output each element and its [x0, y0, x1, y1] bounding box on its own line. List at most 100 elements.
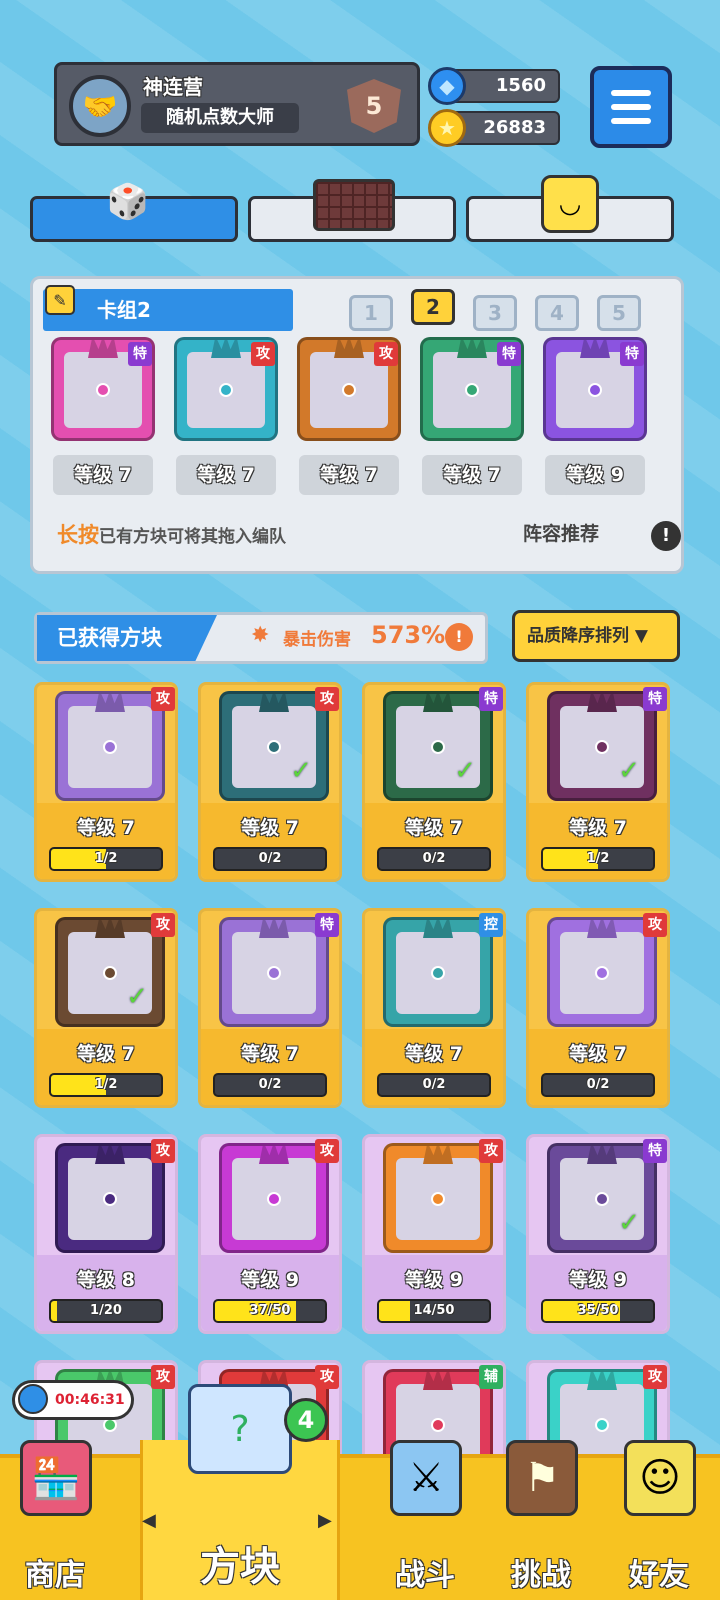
dice-card[interactable]: 控等级 7 0/2	[362, 908, 506, 1108]
deck-number-3[interactable]: 3	[473, 295, 517, 331]
dice-art	[219, 917, 329, 1027]
dice-card[interactable]: 特等级 7 0/2	[198, 908, 342, 1108]
deck-slot[interactable]: 攻	[297, 337, 401, 441]
dice-pip	[431, 1192, 445, 1206]
dice-face	[396, 1158, 480, 1240]
dice-pip	[431, 740, 445, 754]
nav-friends[interactable]: ☺ 好友	[604, 1440, 714, 1600]
dice-card[interactable]: 攻等级 7 1/2	[34, 682, 178, 882]
deck-slot-level: 等级 7	[422, 455, 522, 495]
progress-text: 0/2	[258, 1077, 282, 1092]
upgrade-progress-bar: 1/2	[541, 847, 655, 871]
nav-shop-label: 商店	[25, 1558, 85, 1593]
crit-label: 暴击伤害	[283, 630, 351, 650]
type-tag: 攻	[643, 913, 667, 937]
dice-face	[68, 1158, 152, 1240]
dice-art	[55, 691, 165, 801]
lineup-recommend-label[interactable]: 阵容推荐	[523, 519, 599, 546]
menu-button[interactable]	[590, 66, 672, 148]
dice-box-icon[interactable]: ?	[188, 1384, 292, 1474]
gold-counter[interactable]: ★ 26883	[428, 109, 560, 147]
nav-battle[interactable]: ⚔ 战斗	[370, 1440, 480, 1600]
dice-art	[547, 917, 657, 1027]
upgrade-progress-bar: 1/2	[49, 847, 163, 871]
dice-card[interactable]: ✓ 特等级 7 1/2	[526, 682, 670, 882]
dice-pip	[342, 383, 356, 397]
info-icon[interactable]: !	[651, 521, 681, 551]
profile-panel[interactable]: 🤝 神连营 随机点数大师 5	[54, 62, 420, 146]
dice-art: ✓	[383, 691, 493, 801]
progress-text: 1/20	[90, 1303, 122, 1318]
dice-card[interactable]: ✓ 特等级 7 0/2	[362, 682, 506, 882]
dice-art	[55, 1143, 165, 1253]
dice-card[interactable]: 攻等级 9 14/50	[362, 1134, 506, 1334]
shop-icon: 🏪	[20, 1440, 92, 1516]
crown-ornament-icon	[587, 1372, 617, 1390]
upgrade-progress-bar: 0/2	[213, 847, 327, 871]
dice-face	[232, 932, 316, 1014]
equipped-check-icon: ✓	[126, 982, 148, 1012]
nav-shop[interactable]: 🏪 商店	[0, 1440, 110, 1600]
challenge-icon: ⚑	[506, 1440, 578, 1516]
deck-number-4[interactable]: 4	[535, 295, 579, 331]
board-icon	[313, 179, 395, 231]
dice-pip	[595, 1192, 609, 1206]
dice-card[interactable]: ✓ 特等级 9 35/50	[526, 1134, 670, 1334]
crit-info-icon[interactable]: !	[445, 623, 473, 651]
nav-dice-label[interactable]: 方块	[140, 1534, 340, 1592]
crown-ornament-icon	[423, 694, 453, 712]
dice-card[interactable]: 攻等级 7 0/2	[526, 908, 670, 1108]
tab-board[interactable]	[248, 179, 456, 242]
dice-card[interactable]: ✓ 攻等级 7 0/2	[198, 682, 342, 882]
crown-ornament-icon	[95, 920, 125, 938]
crown-ornament-icon	[457, 340, 487, 358]
card-level: 等级 7	[569, 1043, 627, 1065]
progress-text: 1/2	[94, 1077, 118, 1092]
deck-slot[interactable]: 攻	[174, 337, 278, 441]
type-tag: 攻	[643, 1365, 667, 1389]
equipped-check-icon: ✓	[454, 756, 476, 786]
dice-art: ✓	[547, 1143, 657, 1253]
gem-counter[interactable]: ◆ 1560	[428, 67, 560, 105]
sort-dropdown[interactable]: 品质降序排列 ▼	[512, 610, 680, 662]
dice-card[interactable]: ✓ 攻等级 7 1/2	[34, 908, 178, 1108]
deck-slot[interactable]: 特	[51, 337, 155, 441]
tab-emoji[interactable]: ◡	[466, 175, 674, 242]
upgrade-progress-bar: 1/20	[49, 1299, 163, 1323]
tab-dice[interactable]: 🎲	[30, 182, 238, 242]
type-tag: 攻	[374, 342, 398, 366]
deck-number-2[interactable]: 2	[411, 289, 455, 325]
dice-face	[232, 1158, 316, 1240]
deck-number-1[interactable]: 1	[349, 295, 393, 331]
upgrade-progress-bar: 37/50	[213, 1299, 327, 1323]
dice-icon: 🎲	[106, 182, 150, 222]
card-level: 等级 9	[241, 1269, 299, 1291]
dice-card[interactable]: 攻等级 9 37/50	[198, 1134, 342, 1334]
nav-left-arrow[interactable]: ◀	[142, 1510, 156, 1531]
nav-challenge[interactable]: ⚑ 挑战	[486, 1440, 596, 1600]
dice-pip	[103, 1192, 117, 1206]
deck-number-5[interactable]: 5	[597, 295, 641, 331]
dice-card[interactable]: 攻等级 8 1/20	[34, 1134, 178, 1334]
progress-text: 0/2	[258, 851, 282, 866]
acquired-title: 已获得方块	[37, 615, 217, 661]
deck-slot[interactable]: 特	[420, 337, 524, 441]
card-level: 等级 8	[77, 1269, 135, 1291]
dice-art: ✓	[547, 691, 657, 801]
type-tag: 辅	[479, 1365, 503, 1389]
crown-ornament-icon	[211, 340, 241, 358]
type-tag: 攻	[251, 342, 275, 366]
dice-pip	[267, 966, 281, 980]
card-level: 等级 9	[405, 1269, 463, 1291]
crown-ornament-icon	[423, 1372, 453, 1390]
dice-pip	[103, 740, 117, 754]
nav-right-arrow[interactable]: ▶	[318, 1510, 332, 1531]
type-tag: 控	[479, 913, 503, 937]
type-tag: 攻	[151, 1365, 175, 1389]
deck-slot[interactable]: 特	[543, 337, 647, 441]
progress-text: 0/2	[422, 1077, 446, 1092]
crown-ornament-icon	[587, 920, 617, 938]
upgrade-progress-bar: 0/2	[541, 1073, 655, 1097]
edit-pencil-icon[interactable]: ✎	[45, 285, 75, 315]
type-tag: 特	[497, 342, 521, 366]
